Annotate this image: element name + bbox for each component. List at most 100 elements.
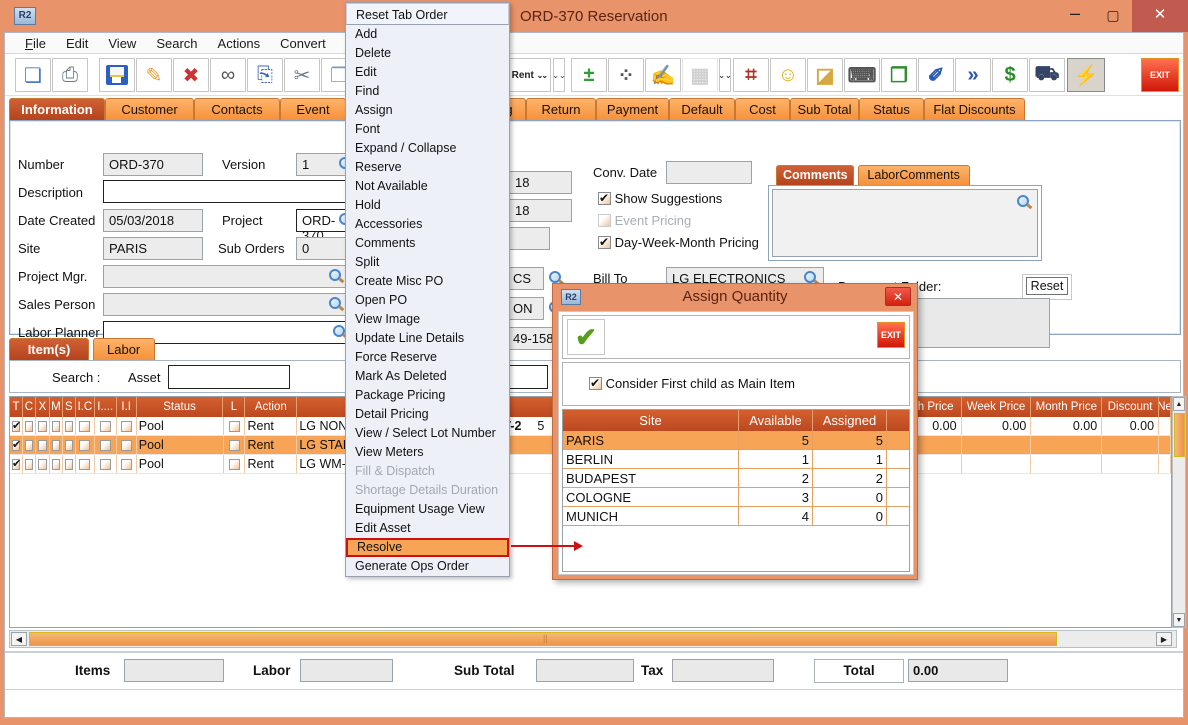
context-menu-item-edit[interactable]: Edit [346,63,509,82]
smiley-button[interactable]: ☺ [770,58,806,92]
number-field[interactable]: ORD-370 [103,153,203,176]
grid-checkbox[interactable] [100,421,111,432]
filler-cell[interactable] [1159,417,1171,435]
context-menu-item-view-select-lot-number[interactable]: View / Select Lot Number [346,424,509,443]
grid-checkbox[interactable] [52,421,60,432]
price-cell[interactable] [1031,436,1102,454]
tab-return[interactable]: Return [526,98,596,120]
assigned-cell[interactable]: 0 [813,507,887,526]
grid-checkbox[interactable] [25,459,33,470]
action-cell[interactable]: Rent [245,436,297,454]
tab-information[interactable]: Information [9,98,105,120]
grid-column-header[interactable]: S [63,397,76,417]
site-table-row[interactable]: PARIS 5 5 [563,431,909,450]
dwm-pricing-row[interactable]: Day-Week-Month Pricing [598,235,759,250]
grid-column-header[interactable]: Status [137,397,224,417]
context-menu-item-detail-pricing[interactable]: Detail Pricing [346,405,509,424]
comments-textarea[interactable] [772,189,1038,257]
available-column-header[interactable]: Available [739,410,813,431]
grid-checkbox[interactable] [229,459,240,470]
context-menu-item-hold[interactable]: Hold [346,196,509,215]
grid-checkbox[interactable] [65,440,73,451]
grid-checkbox[interactable] [229,440,240,451]
tab-default[interactable]: Default [669,98,735,120]
context-menu-item-delete[interactable]: Delete [346,44,509,63]
available-cell[interactable]: 3 [739,488,813,507]
dollar-forward-button[interactable]: » [955,58,991,92]
save-button[interactable] [99,58,135,92]
site-table-row[interactable]: BERLIN 1 1 [563,450,909,469]
scroll-right-icon[interactable]: ▶ [1156,632,1172,646]
tab-items[interactable]: Item(s) [9,338,89,360]
asset-search-input[interactable] [168,365,290,389]
grid-column-header[interactable]: Month Price [1031,397,1102,417]
close-button[interactable]: ✕ [1132,0,1188,32]
tab-customer[interactable]: Customer [105,98,194,120]
context-menu-item-accessories[interactable]: Accessories [346,215,509,234]
sales-person-field[interactable] [103,293,355,316]
tab-payment[interactable]: Payment [596,98,669,120]
exit-button[interactable]: EXIT [1141,58,1179,92]
grid-checkbox[interactable] [79,440,90,451]
grid-checkbox[interactable] [65,421,73,432]
context-menu-item-fill-dispatch[interactable]: Fill & Dispatch [346,462,509,481]
status-cell[interactable]: Pool [137,436,224,454]
cubes-button[interactable]: ❒ [881,58,917,92]
context-menu-item-add[interactable]: Add [346,25,509,44]
show-suggestions-checkbox[interactable] [598,192,611,205]
grid-checkbox[interactable] [25,421,33,432]
available-cell[interactable]: 2 [739,469,813,488]
horizontal-scroll-thumb[interactable] [29,632,1057,646]
dollar-note-button[interactable]: $ [992,58,1028,92]
assigned-column-header[interactable]: Assigned [813,410,887,431]
grid-column-header[interactable]: X [36,397,50,417]
sales-person-lookup-icon[interactable] [328,296,343,311]
dialog-close-icon[interactable]: ✕ [885,287,911,306]
grid-checkbox[interactable] [79,421,90,432]
context-menu-item-comments[interactable]: Comments [346,234,509,253]
price-cell[interactable] [1102,436,1159,454]
maximize-button[interactable]: ▢ [1096,0,1130,32]
grid-column-header[interactable]: I.C [76,397,95,417]
context-menu-item-update-line-details[interactable]: Update Line Details [346,329,509,348]
confirm-check-button[interactable]: ✔ [567,319,605,355]
note-edit-button[interactable]: ✐ [918,58,954,92]
site-cell[interactable]: COLOGNE [563,488,739,507]
folder-clock-button[interactable]: ◪ [807,58,843,92]
context-menu-item-view-image[interactable]: View Image [346,310,509,329]
grid-checkbox[interactable] [12,440,20,451]
show-suggestions-row[interactable]: Show Suggestions [598,191,722,206]
grid-column-header[interactable]: C [23,397,36,417]
tab-flat-discounts[interactable]: Flat Discounts [924,98,1025,120]
item-group-button[interactable]: ⁘ [608,58,644,92]
site-table-row[interactable]: MUNICH 4 0 [563,507,909,526]
reset-button[interactable]: Reset [1026,277,1069,295]
grid-column-header[interactable]: T [10,397,23,417]
tab-labor-comments[interactable]: LaborComments [858,165,970,185]
action-cell[interactable]: Rent [245,455,297,473]
project-mgr-field[interactable] [103,265,355,288]
price-cell[interactable]: 0.00 [962,417,1032,435]
action-cell[interactable]: Rent [245,417,297,435]
comments-lookup-icon[interactable] [1016,194,1031,209]
tab-comments[interactable]: Comments [776,165,854,185]
calendar-chevron-button[interactable]: ⌄⌄ [719,58,731,92]
context-menu-item-font[interactable]: Font [346,120,509,139]
grid-column-header[interactable]: Week Price [962,397,1032,417]
context-menu-item-resolve[interactable]: Resolve [346,538,509,557]
site-cell[interactable]: BERLIN [563,450,739,469]
grid-checkbox[interactable] [100,459,111,470]
grid-checkbox[interactable] [100,440,111,451]
assigned-cell[interactable]: 5 [813,431,887,450]
paste-special-button[interactable]: ⎘ [247,58,283,92]
first-child-main-item-checkbox[interactable] [589,377,602,390]
site-table-row[interactable]: COLOGNE 3 0 [563,488,909,507]
dialog-exit-button[interactable]: EXIT [877,322,905,348]
site-cell[interactable]: BUDAPEST [563,469,739,488]
project-mgr-lookup-icon[interactable] [328,268,343,283]
available-cell[interactable]: 5 [739,431,813,450]
grid-checkbox[interactable] [79,459,90,470]
filler-cell[interactable] [1159,436,1171,454]
context-menu-item-shortage-details-duration[interactable]: Shortage Details Duration [346,481,509,500]
edit-pencil-button[interactable]: ✎ [136,58,172,92]
